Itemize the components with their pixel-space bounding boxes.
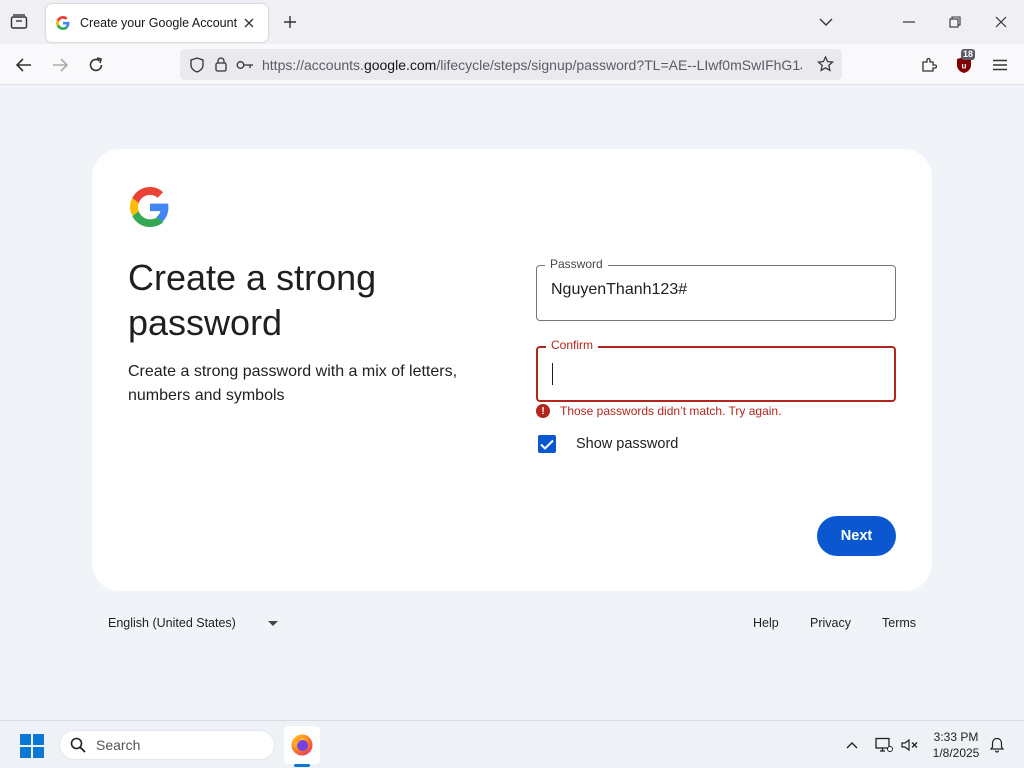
- active-tab[interactable]: Create your Google Account: [46, 4, 268, 42]
- volume-muted-icon[interactable]: [899, 734, 921, 756]
- url-text[interactable]: https://accounts.google.com/lifecycle/st…: [262, 57, 802, 73]
- svg-text:u: u: [962, 62, 967, 71]
- show-password-label[interactable]: Show password: [576, 436, 678, 452]
- signup-card: Create a strong password Create a strong…: [92, 149, 932, 591]
- navigation-bar: https://accounts.google.com/lifecycle/st…: [0, 44, 1024, 85]
- restore-icon[interactable]: [945, 12, 965, 32]
- windows-start-icon[interactable]: [20, 734, 44, 758]
- extension-badge-count: 18: [961, 49, 976, 60]
- lock-icon[interactable]: [210, 54, 232, 76]
- back-arrow-icon[interactable]: [13, 54, 35, 76]
- password-label: Password: [545, 257, 608, 271]
- forward-arrow-icon[interactable]: [49, 54, 71, 76]
- address-bar[interactable]: https://accounts.google.com/lifecycle/st…: [180, 49, 842, 80]
- clock-date: 1/8/2025: [932, 746, 980, 760]
- network-icon[interactable]: [873, 734, 895, 756]
- checkmark-icon: [540, 439, 554, 450]
- minimize-icon[interactable]: [899, 12, 919, 32]
- password-mismatch-error: ! Those passwords didn’t match. Try agai…: [536, 404, 781, 418]
- list-all-tabs-icon[interactable]: [8, 11, 30, 33]
- system-clock[interactable]: 3:33 PM 1/8/2025: [922, 729, 990, 761]
- next-button[interactable]: Next: [817, 516, 896, 556]
- error-message: Those passwords didn’t match. Try again.: [560, 404, 782, 418]
- taskbar-search[interactable]: Search: [59, 730, 275, 760]
- text-caret: [552, 363, 553, 385]
- key-icon[interactable]: [234, 54, 256, 76]
- password-input[interactable]: [551, 281, 871, 299]
- privacy-link[interactable]: Privacy: [810, 616, 851, 630]
- language-label[interactable]: English (United States): [108, 616, 236, 630]
- windows-taskbar: Search 3:33 PM 1/8/2025: [0, 720, 1024, 768]
- chevron-down-icon[interactable]: [816, 12, 836, 32]
- clock-time: 3:33 PM: [933, 730, 979, 744]
- extensions-puzzle-icon[interactable]: [918, 54, 940, 76]
- language-selector[interactable]: English (United States): [108, 616, 278, 630]
- google-favicon-icon: [56, 15, 72, 31]
- terms-link[interactable]: Terms: [882, 616, 916, 630]
- help-link[interactable]: Help: [753, 616, 779, 630]
- notification-bell-icon[interactable]: [986, 734, 1008, 756]
- dropdown-arrow-icon[interactable]: [267, 620, 278, 626]
- close-window-icon[interactable]: [991, 12, 1011, 32]
- confirm-password-field[interactable]: Confirm: [536, 338, 896, 402]
- show-password-toggle[interactable]: Show password: [538, 435, 678, 453]
- firefox-taskbar-icon[interactable]: [284, 726, 320, 764]
- google-logo-icon: [130, 187, 174, 231]
- bookmark-star-icon[interactable]: [814, 53, 836, 75]
- close-tab-icon[interactable]: [240, 14, 258, 32]
- hamburger-menu-icon[interactable]: [989, 54, 1011, 76]
- error-icon: !: [536, 404, 550, 418]
- password-field[interactable]: Password: [536, 257, 896, 321]
- search-placeholder: Search: [96, 737, 141, 753]
- tab-bar: Create your Google Account: [0, 0, 1024, 44]
- page-description: Create a strong password with a mix of l…: [128, 363, 458, 404]
- confirm-label: Confirm: [546, 338, 599, 352]
- new-tab-icon[interactable]: [280, 12, 300, 32]
- reload-icon[interactable]: [85, 54, 107, 76]
- tracking-protection-shield-icon[interactable]: [186, 54, 208, 76]
- search-icon: [70, 737, 86, 753]
- tab-title: Create your Google Account: [80, 16, 238, 30]
- chevron-up-icon[interactable]: [841, 734, 863, 756]
- page-title: Create a strong password: [128, 257, 377, 343]
- active-app-indicator: [294, 764, 310, 767]
- confirm-input[interactable]: [552, 363, 872, 381]
- show-password-checkbox[interactable]: [538, 435, 556, 453]
